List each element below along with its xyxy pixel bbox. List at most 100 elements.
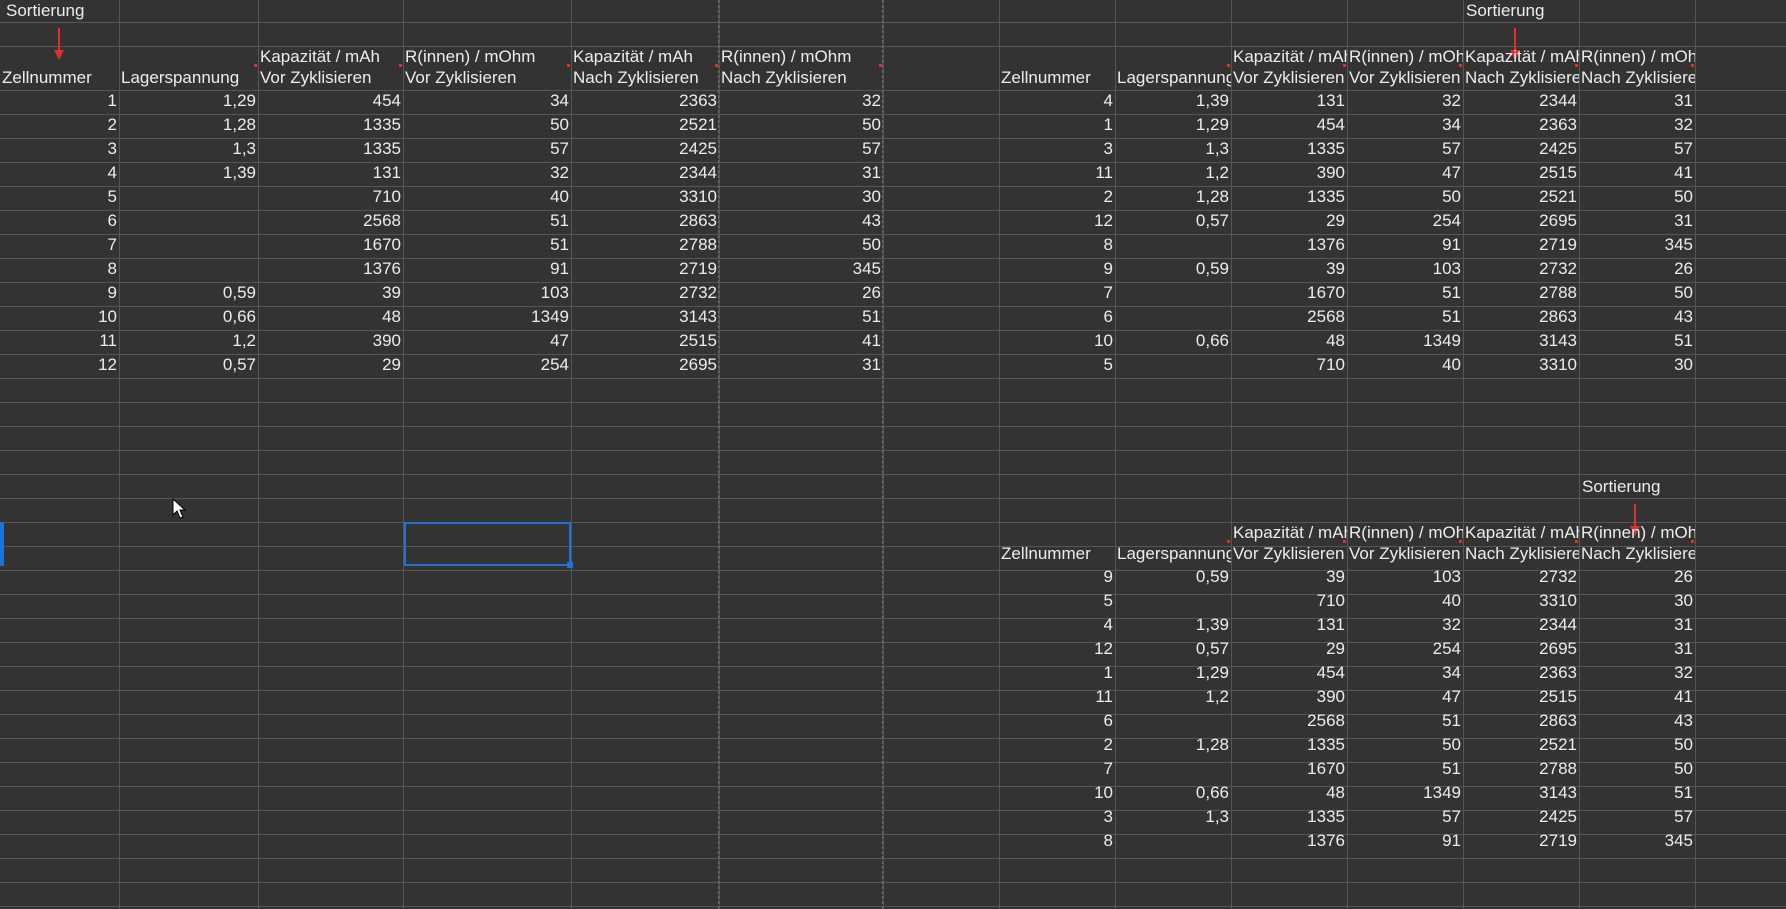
table-cell[interactable]: 1 [999, 114, 1115, 138]
table-cell[interactable]: 2 [0, 114, 119, 138]
table-cell[interactable]: 2425 [1463, 806, 1579, 830]
fill-handle[interactable] [567, 562, 573, 568]
table-cell[interactable]: 43 [719, 210, 883, 234]
table-cell[interactable]: 254 [403, 354, 571, 378]
table-cell[interactable]: 26 [1579, 258, 1695, 282]
table-cell[interactable]: 51 [1347, 758, 1463, 782]
table-cell[interactable]: 29 [1231, 638, 1347, 662]
table-cell[interactable]: 39 [1231, 258, 1347, 282]
table-cell[interactable]: 1349 [1347, 782, 1463, 806]
table-cell[interactable]: 32 [1347, 614, 1463, 638]
table-cell[interactable]: 51 [403, 210, 571, 234]
table-cell[interactable]: 2521 [571, 114, 719, 138]
table-cell[interactable]: 1335 [1231, 186, 1347, 210]
table-cell[interactable]: 2695 [1463, 638, 1579, 662]
table-cell[interactable]: 91 [1347, 830, 1463, 854]
table-cell[interactable]: 31 [719, 162, 883, 186]
table-cell[interactable]: 5 [0, 186, 119, 210]
comment-indicator-icon[interactable] [715, 64, 718, 67]
table-cell[interactable]: 1349 [1347, 330, 1463, 354]
table-cell[interactable]: 43 [1579, 710, 1695, 734]
table-cell[interactable]: 1335 [258, 114, 403, 138]
comment-indicator-icon[interactable] [254, 64, 257, 67]
table-cell[interactable]: 2425 [1463, 138, 1579, 162]
table-cell[interactable]: 2 [999, 186, 1115, 210]
table-cell[interactable]: 51 [1347, 710, 1463, 734]
table-cell[interactable]: 5 [999, 354, 1115, 378]
table-cell[interactable]: 2863 [1463, 306, 1579, 330]
table-cell[interactable]: 1,2 [1115, 162, 1231, 186]
table-cell[interactable]: 103 [403, 282, 571, 306]
table-cell[interactable]: 11 [0, 330, 119, 354]
table-cell[interactable]: 39 [258, 282, 403, 306]
table-cell[interactable]: 9 [999, 258, 1115, 282]
table-cell[interactable]: 2363 [1463, 114, 1579, 138]
table-header-cell[interactable]: Lagerspannung [1115, 46, 1231, 90]
table-cell[interactable]: 8 [999, 234, 1115, 258]
table-cell[interactable]: 47 [403, 330, 571, 354]
table-cell[interactable] [119, 234, 258, 258]
table-cell[interactable]: 12 [0, 354, 119, 378]
table-cell[interactable]: 2788 [1463, 758, 1579, 782]
table-cell[interactable]: 1,28 [1115, 186, 1231, 210]
table-cell[interactable]: 2732 [1463, 258, 1579, 282]
table-cell[interactable]: 103 [1347, 258, 1463, 282]
table-cell[interactable] [1115, 590, 1231, 614]
comment-indicator-icon[interactable] [399, 64, 402, 67]
table-header-cell[interactable]: Kapazität / mAh Nach Zyklisieren [571, 46, 719, 90]
table-cell[interactable]: 57 [719, 138, 883, 162]
table-cell[interactable]: 2719 [571, 258, 719, 282]
table-cell[interactable]: 7 [999, 758, 1115, 782]
table-cell[interactable]: 6 [999, 306, 1115, 330]
table-cell[interactable] [1115, 758, 1231, 782]
table-cell[interactable]: 2863 [571, 210, 719, 234]
comment-indicator-icon[interactable] [1575, 540, 1578, 543]
table-cell[interactable]: 10 [999, 782, 1115, 806]
table-cell[interactable]: 11 [999, 686, 1115, 710]
table-cell[interactable]: 10 [0, 306, 119, 330]
table-cell[interactable]: 50 [403, 114, 571, 138]
table-header-cell[interactable]: R(innen) / mOhm Vor Zyklisieren [403, 46, 571, 90]
table-cell[interactable]: 0,66 [119, 306, 258, 330]
table-header-cell[interactable]: Kapazität / mAh Nach Zyklisieren [1463, 522, 1579, 566]
table-cell[interactable]: 0,59 [1115, 258, 1231, 282]
table-cell[interactable]: 1376 [1231, 234, 1347, 258]
table-cell[interactable]: 2863 [1463, 710, 1579, 734]
table-cell[interactable]: 50 [1347, 734, 1463, 758]
table-cell[interactable]: 1670 [1231, 758, 1347, 782]
comment-indicator-icon[interactable] [1227, 540, 1230, 543]
table-header-cell[interactable]: Kapazität / mAh Nach Zyklisieren [1463, 46, 1579, 90]
table-cell[interactable]: 11 [999, 162, 1115, 186]
comment-indicator-icon[interactable] [1343, 540, 1346, 543]
table-cell[interactable]: 2363 [571, 90, 719, 114]
table-header-cell[interactable]: Zellnummer [999, 46, 1115, 90]
table-cell[interactable]: 3310 [1463, 354, 1579, 378]
table-cell[interactable]: 710 [1231, 590, 1347, 614]
table-cell[interactable]: 34 [1347, 662, 1463, 686]
table-cell[interactable]: 2568 [1231, 710, 1347, 734]
table-cell[interactable]: 2344 [1463, 90, 1579, 114]
table-cell[interactable]: 454 [258, 90, 403, 114]
table-cell[interactable]: 51 [403, 234, 571, 258]
table-cell[interactable]: 57 [403, 138, 571, 162]
table-cell[interactable]: 12 [999, 638, 1115, 662]
table-cell[interactable]: 3 [999, 138, 1115, 162]
table-cell[interactable]: 1,3 [119, 138, 258, 162]
table-cell[interactable]: 0,57 [1115, 210, 1231, 234]
table-cell[interactable]: 710 [258, 186, 403, 210]
table-cell[interactable]: 9 [999, 566, 1115, 590]
table-cell[interactable]: 48 [1231, 782, 1347, 806]
table-cell[interactable]: 41 [1579, 162, 1695, 186]
table-header-cell[interactable]: R(innen) / mOhm Vor Zyklisieren [1347, 46, 1463, 90]
comment-indicator-icon[interactable] [1691, 540, 1694, 543]
table-cell[interactable]: 4 [999, 614, 1115, 638]
table-cell[interactable]: 1,29 [119, 90, 258, 114]
table-cell[interactable]: 50 [1579, 734, 1695, 758]
table-cell[interactable]: 131 [1231, 90, 1347, 114]
table-cell[interactable] [119, 258, 258, 282]
table-header-cell[interactable]: R(innen) / mOhm Vor Zyklisieren [1347, 522, 1463, 566]
table-cell[interactable]: 0,66 [1115, 782, 1231, 806]
table-cell[interactable]: 390 [258, 330, 403, 354]
table-cell[interactable]: 31 [719, 354, 883, 378]
table-cell[interactable]: 2719 [1463, 830, 1579, 854]
